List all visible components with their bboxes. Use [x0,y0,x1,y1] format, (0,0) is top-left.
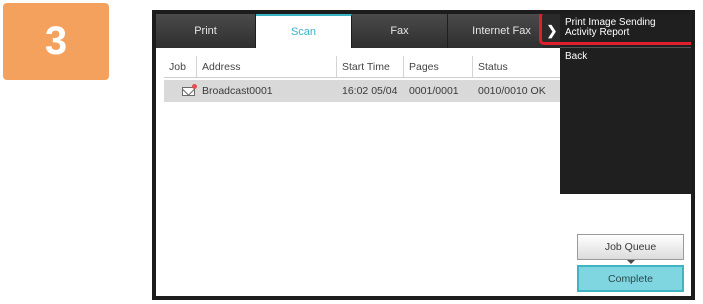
tab-print[interactable]: Print [156,14,256,48]
menu-item-print-activity-report[interactable]: Print Image Sending Activity Report [560,14,691,48]
column-header-start-time: Start Time [337,56,404,77]
job-status-display: Print Scan Fax Internet Fax ❯ Job Addres… [156,14,691,296]
tab-internet-fax[interactable]: Internet Fax [448,14,556,48]
job-queue-button[interactable]: Job Queue [577,234,684,260]
job-type-tabs: Print Scan Fax Internet Fax [156,14,556,48]
mail-send-icon [182,83,197,96]
table-row[interactable]: Broadcast0001 16:02 05/04 0001/0001 0010… [164,80,564,102]
tab-scan[interactable]: Scan [256,14,352,48]
pages-cell: 0001/0001 [409,85,459,97]
start-time-cell: 16:02 05/04 [342,85,398,97]
address-cell: Broadcast0001 [202,85,273,97]
column-header-pages: Pages [404,56,473,77]
job-type-cell [164,80,197,102]
column-header-address: Address [197,56,337,77]
device-screen: Print Scan Fax Internet Fax ❯ Job Addres… [152,10,695,300]
column-header-job: Job [164,56,197,77]
menu-item-back[interactable]: Back [560,48,691,66]
column-header-status: Status [478,60,508,73]
step-number-badge: 3 [3,3,109,80]
job-list-table: Job Address Start Time Pages Status Broa… [164,56,564,102]
chevron-right-icon[interactable]: ❯ [542,14,562,48]
caret-down-icon [627,260,635,264]
action-menu: Print Image Sending Activity Report Back [560,14,691,194]
complete-button[interactable]: Complete [577,265,684,292]
tab-fax[interactable]: Fax [352,14,448,48]
table-header: Job Address Start Time Pages Status [164,56,564,78]
status-cell: 0010/0010 OK [478,85,546,97]
